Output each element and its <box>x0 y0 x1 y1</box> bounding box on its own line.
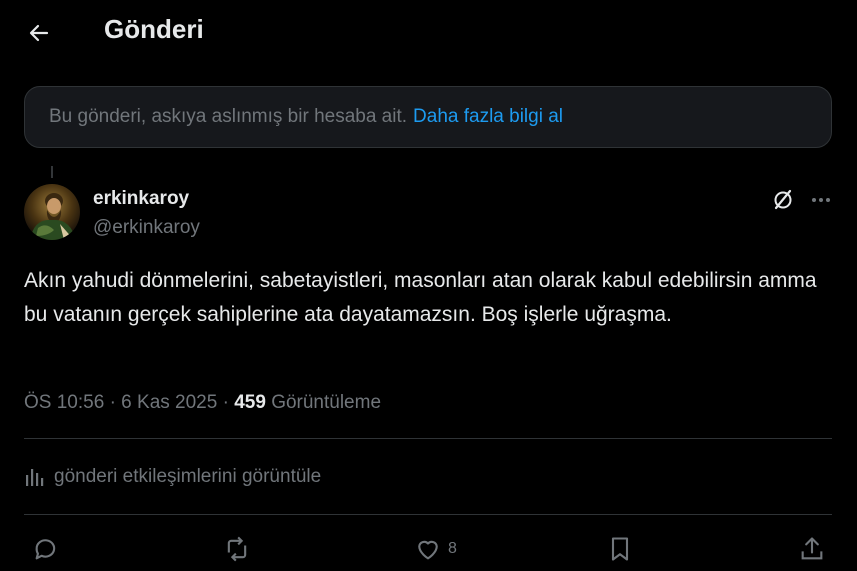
bookmark-button[interactable] <box>606 532 634 566</box>
post-time[interactable]: ÖS 10:56 <box>24 392 104 413</box>
repost-button[interactable] <box>222 532 252 566</box>
avatar-image <box>24 184 80 240</box>
arrow-left-icon <box>29 24 49 42</box>
learn-more-link[interactable]: Daha fazla bilgi al <box>413 106 563 128</box>
heart-icon <box>418 540 438 560</box>
share-icon <box>801 537 823 560</box>
views-label: Görüntüleme <box>271 392 382 413</box>
analytics-icon <box>26 469 44 486</box>
view-engagements-link[interactable]: gönderi etkileşimlerini görüntüle <box>24 466 321 488</box>
repost-icon <box>227 536 247 562</box>
views-count: 459 <box>234 392 266 413</box>
share-button[interactable] <box>798 532 826 566</box>
display-name[interactable]: erkinkaroy <box>93 188 189 210</box>
divider <box>24 514 832 515</box>
suspended-account-notice: Bu gönderi, askıya aslınmış bir hesaba a… <box>24 86 832 148</box>
meta-separator: · <box>109 392 116 413</box>
more-options-button[interactable] <box>807 186 835 214</box>
post-date[interactable]: 6 Kas 2025 <box>121 392 217 413</box>
grok-button[interactable] <box>769 186 797 214</box>
analytics-label: gönderi etkileşimlerini görüntüle <box>54 466 322 487</box>
more-icon <box>812 198 830 202</box>
notice-message: Bu gönderi, askıya aslınmış bir hesaba a… <box>49 106 408 127</box>
meta-separator: · <box>222 392 229 413</box>
thread-line <box>51 166 53 178</box>
reply-button[interactable] <box>32 532 60 566</box>
bookmark-icon <box>611 537 629 561</box>
like-button[interactable]: 8 <box>414 532 457 566</box>
header: Gönderi <box>0 0 857 64</box>
back-button[interactable] <box>22 16 56 50</box>
post-text: Akın yahudi dönmelerini, sabetayistleri,… <box>24 269 817 326</box>
grok-icon <box>774 189 792 210</box>
page-title: Gönderi <box>104 14 204 44</box>
user-handle[interactable]: @erkinkaroy <box>93 217 200 239</box>
post-meta: ÖS 10:56 · 6 Kas 2025 · 459 Görüntüleme <box>24 392 381 414</box>
avatar[interactable] <box>24 184 80 240</box>
like-count: 8 <box>448 540 457 557</box>
reply-icon <box>35 539 56 560</box>
divider <box>24 438 832 439</box>
